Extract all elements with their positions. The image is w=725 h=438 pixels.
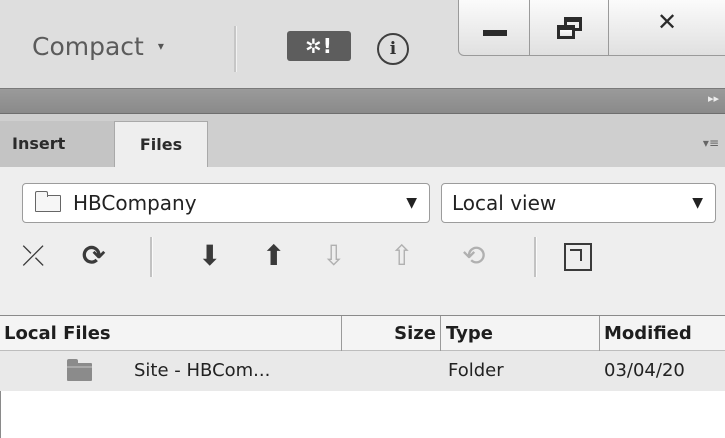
file-name: Site - HBCom...: [134, 360, 271, 381]
panel-group-header[interactable]: ▸▸: [0, 88, 725, 114]
workspace-label: Compact: [32, 31, 144, 61]
expand-icon[interactable]: [564, 243, 592, 271]
collapse-icon[interactable]: ▸▸: [708, 92, 719, 105]
folder-icon: [35, 191, 61, 212]
workspace-switcher[interactable]: Compact ▾: [32, 26, 164, 66]
minimize-icon: [483, 30, 507, 36]
application-bar: Compact ▾ ✲! i ✕: [0, 0, 725, 88]
column-divider[interactable]: [440, 316, 441, 351]
gear-icon: ✲!: [305, 34, 333, 58]
panel-menu-icon[interactable]: ▾≡: [703, 136, 719, 150]
site-select-value: HBCompany: [73, 191, 197, 215]
close-button[interactable]: ✕: [608, 0, 725, 56]
files-panel: HBCompany ▼ Local view ▼ ⤫ ⟳ ⬇ ⬆ ⇩ ⇧ ⟲: [0, 167, 725, 315]
view-select[interactable]: Local view ▼: [441, 183, 716, 223]
dropdown-arrow-icon: ▼: [406, 195, 417, 211]
restore-button[interactable]: [529, 0, 609, 56]
column-divider[interactable]: [599, 316, 600, 351]
chevron-down-icon: ▾: [157, 39, 164, 53]
restore-icon-front: [557, 25, 575, 39]
file-list-header: Local Files Size Type Modified: [0, 315, 725, 351]
get-files-icon[interactable]: ⬇: [198, 239, 221, 273]
check-out-icon[interactable]: ⇩: [322, 239, 345, 273]
panel-tab-bar: Insert Files ▾≡: [0, 114, 725, 168]
folder-icon: [67, 359, 92, 381]
file-type: Folder: [448, 360, 504, 381]
dropdown-arrow-icon: ▼: [692, 195, 703, 211]
divider: [234, 26, 236, 72]
connect-icon[interactable]: ⤫: [22, 239, 44, 273]
extensions-button[interactable]: ✲!: [287, 31, 351, 61]
list-border: [0, 391, 1, 438]
close-icon: ✕: [656, 8, 678, 36]
refresh-icon[interactable]: ⟳: [82, 239, 105, 273]
info-button[interactable]: i: [377, 33, 409, 65]
info-icon: i: [389, 39, 397, 59]
check-in-icon[interactable]: ⇧: [390, 239, 413, 273]
tab-insert[interactable]: Insert: [0, 121, 114, 168]
toolbar-divider: [534, 237, 536, 277]
site-select[interactable]: HBCompany ▼: [22, 183, 430, 223]
minimize-button[interactable]: [458, 0, 530, 56]
put-files-icon[interactable]: ⬆: [262, 239, 285, 273]
column-type[interactable]: Type: [446, 316, 596, 351]
files-toolbar: ⤫ ⟳ ⬇ ⬆ ⇩ ⇧ ⟲: [22, 233, 712, 283]
file-modified: 03/04/20: [604, 360, 685, 381]
column-size[interactable]: Size: [342, 316, 440, 351]
column-modified[interactable]: Modified: [604, 316, 725, 351]
view-select-value: Local view: [452, 191, 557, 215]
toolbar-divider: [150, 237, 152, 277]
table-row[interactable]: Site - HBCom... Folder 03/04/20: [0, 351, 725, 391]
synchronize-icon[interactable]: ⟲: [462, 239, 485, 273]
tab-files[interactable]: Files: [114, 121, 208, 168]
column-local-files[interactable]: Local Files: [4, 316, 334, 351]
